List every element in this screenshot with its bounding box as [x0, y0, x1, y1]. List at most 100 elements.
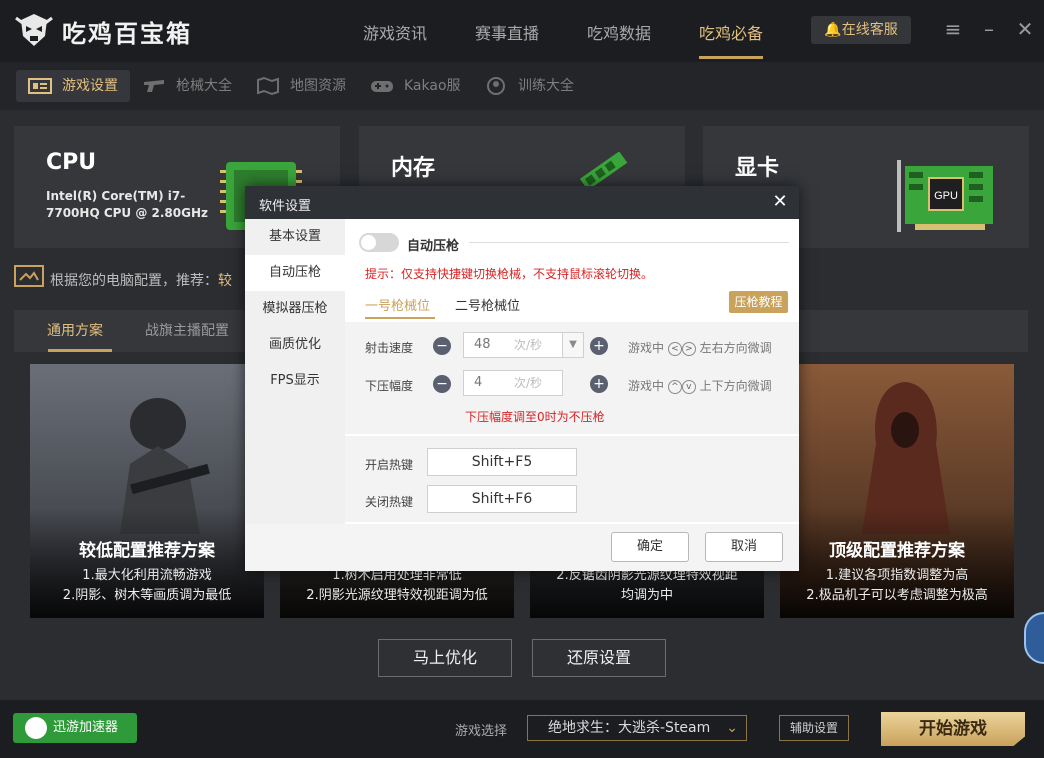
arrow-right-icon: > — [681, 341, 696, 356]
fire-rate-hint: 游戏中 < > 左右方向微调 — [628, 341, 772, 356]
scheme-card-low[interactable]: 较低配置推荐方案 1.最大化利用流畅游戏 2.阴影、树木等画质调为最低 — [30, 364, 264, 618]
scheme-card-top[interactable]: 顶级配置推荐方案 1.建议各项指数调整为高 2.极品机子可以考虑调整为极高 — [780, 364, 1014, 618]
fire-rate-input[interactable]: 48 次/秒 — [463, 332, 563, 358]
arrow-left-icon: < — [667, 341, 682, 356]
menu-icon[interactable]: ≡ — [942, 18, 964, 40]
gamepad-icon — [371, 81, 393, 92]
online-service-button[interactable]: 🔔在线客服 — [811, 16, 911, 44]
tab-slot-1[interactable]: 一号枪械位 — [365, 295, 430, 314]
fire-rate-increase-icon[interactable]: + — [590, 337, 608, 355]
arrow-up-icon: ^ — [667, 379, 682, 394]
dialog-title: 软件设置 — [259, 199, 312, 214]
bell-icon: 🔔 — [824, 22, 842, 38]
monitor-icon — [14, 265, 44, 287]
logo-icon — [15, 14, 53, 46]
optimize-now-button[interactable]: 马上优化 — [378, 639, 512, 677]
map-icon — [257, 76, 279, 96]
scheme-tab-general[interactable]: 通用方案 — [47, 320, 103, 340]
nav-tab-essentials[interactable]: 吃鸡必备 — [699, 20, 763, 44]
dialog-close-icon[interactable]: ✕ — [769, 191, 791, 213]
recoil-increase-icon[interactable]: + — [590, 375, 608, 393]
confirm-button[interactable]: 确定 — [611, 532, 689, 562]
hotkey-off-input[interactable]: Shift+F6 — [427, 485, 577, 513]
nav-tab-news[interactable]: 游戏资讯 — [363, 20, 427, 44]
subtab-weapons[interactable]: 枪械大全 — [130, 70, 232, 102]
top-bar: 吃鸡百宝箱 游戏资讯 赛事直播 吃鸡数据 吃鸡必备 🔔在线客服 ≡ – ✕ — [0, 0, 1044, 62]
scheme-line: 2.极品机子可以考虑调整为极高 — [806, 588, 988, 603]
subtab-kakao[interactable]: Kakao服 — [358, 70, 461, 102]
start-game-button[interactable]: 开始游戏 — [881, 712, 1025, 746]
user-icon — [487, 77, 505, 95]
close-icon[interactable]: ✕ — [1014, 18, 1036, 40]
cancel-button[interactable]: 取消 — [705, 532, 783, 562]
recoil-tutorial-button[interactable]: 压枪教程 — [729, 291, 788, 313]
divider — [469, 242, 789, 243]
app-title: 吃鸡百宝箱 — [62, 20, 192, 48]
chevron-down-icon: ⌄ — [726, 720, 738, 736]
recoil-hint: 游戏中 ^ v 上下方向微调 — [628, 379, 772, 394]
nav-tab-data[interactable]: 吃鸡数据 — [587, 20, 651, 44]
subtab-maps[interactable]: 地图资源 — [244, 70, 346, 102]
auto-recoil-toggle[interactable] — [359, 233, 399, 252]
nav-tab-live[interactable]: 赛事直播 — [475, 20, 539, 44]
auto-recoil-label: 自动压枪 — [407, 239, 460, 254]
restore-settings-button[interactable]: 还原设置 — [532, 639, 666, 677]
dialog-header: 软件设置 ✕ — [245, 186, 799, 219]
scheme-line: 2.阴影光源纹理特效视距调为低 — [306, 588, 488, 603]
memory-stick-icon — [579, 152, 628, 188]
scheme-tab-indicator — [48, 349, 112, 352]
scheme-line: 均调为中 — [620, 588, 673, 603]
cpu-desc: Intel(R) Core(TM) i7-7700HQ CPU @ 2.80GH… — [46, 189, 209, 220]
memory-title: 内存 — [391, 156, 436, 181]
dialog-footer: 确定 取消 — [245, 524, 799, 571]
game-select-dropdown[interactable]: 绝地求生：大逃杀-Steam ⌄ — [527, 715, 747, 741]
scheme-line: 2.阴影、树木等画质调为最低 — [62, 588, 232, 603]
fire-rate-label: 射击速度 — [365, 341, 414, 355]
cpu-title: CPU — [46, 150, 97, 175]
arrow-down-icon: v — [681, 379, 696, 394]
sub-nav: 游戏设置 枪械大全 地图资源 Kakao服 训练大全 — [0, 62, 1044, 110]
game-select-label: 游戏选择 — [455, 724, 508, 739]
hotkey-on-input[interactable]: Shift+F5 — [427, 448, 577, 476]
recommend-value: 较 — [218, 273, 232, 289]
scheme-line: 1.建议各项指数调整为高 — [825, 568, 969, 583]
scheme-line: 1.最大化利用流畅游戏 — [82, 568, 212, 583]
dialog-sidebar: 基本设置 自动压枪 模拟器压枪 画质优化 FPS显示 — [245, 219, 345, 524]
sidebar-item-auto-recoil[interactable]: 自动压枪 — [245, 255, 345, 291]
settings-panel-icon — [28, 78, 52, 94]
bottom-bar: 迅游加速器 游戏选择 绝地求生：大逃杀-Steam ⌄ 辅助设置 开始游戏 — [0, 700, 1044, 758]
minimize-icon[interactable]: – — [978, 18, 1000, 40]
sidebar-item-fps[interactable]: FPS显示 — [245, 363, 345, 399]
gpu-title: 显卡 — [735, 156, 780, 181]
recoil-settings-panel: 射击速度 − 48 次/秒 ▼ + 游戏中 < > 左右方向微调 下压幅度 − 4… — [345, 322, 799, 522]
zero-recoil-note: 下压幅度调至0时为不压枪 — [465, 410, 605, 424]
divider — [345, 434, 799, 436]
subtab-game-settings[interactable]: 游戏设置 — [16, 70, 130, 102]
recommend-prefix: 根据您的电脑配置，推荐： — [50, 273, 218, 289]
accelerator-logo-icon — [25, 717, 47, 739]
hint-text: 提示：仅支持快捷键切换枪械，不支持鼠标滚轮切换。 — [365, 267, 654, 281]
scheme-name: 顶级配置推荐方案 — [829, 541, 965, 561]
recoil-label: 下压幅度 — [365, 379, 414, 393]
floating-assistant-icon[interactable] — [1024, 612, 1044, 664]
hotkey-off-label: 关闭热键 — [365, 495, 414, 509]
accelerator-button[interactable]: 迅游加速器 — [13, 713, 137, 743]
sidebar-item-graphics[interactable]: 画质优化 — [245, 327, 345, 363]
gpu-card-icon: GPU — [897, 160, 993, 232]
gun-icon — [144, 80, 164, 92]
dialog-content: 自动压枪 提示：仅支持快捷键切换枪械，不支持鼠标滚轮切换。 一号枪械位 二号枪械… — [345, 219, 799, 524]
hotkey-on-label: 开启热键 — [365, 458, 414, 472]
fire-rate-decrease-icon[interactable]: − — [433, 337, 451, 355]
recoil-decrease-icon[interactable]: − — [433, 375, 451, 393]
scheme-name: 较低配置推荐方案 — [79, 541, 215, 561]
sidebar-item-emulator-recoil[interactable]: 模拟器压枪 — [245, 291, 345, 327]
software-settings-dialog: 软件设置 ✕ 基本设置 自动压枪 模拟器压枪 画质优化 FPS显示 自动压枪 提… — [245, 186, 799, 571]
fire-rate-dropdown-icon[interactable]: ▼ — [562, 332, 584, 358]
gpu-chip-label: GPU — [934, 190, 958, 202]
recoil-input[interactable]: 4 次/秒 — [463, 370, 563, 396]
scheme-tab-streamer[interactable]: 战旗主播配置 — [145, 320, 229, 340]
sidebar-item-basic[interactable]: 基本设置 — [245, 219, 345, 255]
tab-slot-2[interactable]: 二号枪械位 — [455, 295, 520, 314]
assist-settings-button[interactable]: 辅助设置 — [779, 715, 849, 741]
subtab-training[interactable]: 训练大全 — [472, 70, 574, 102]
